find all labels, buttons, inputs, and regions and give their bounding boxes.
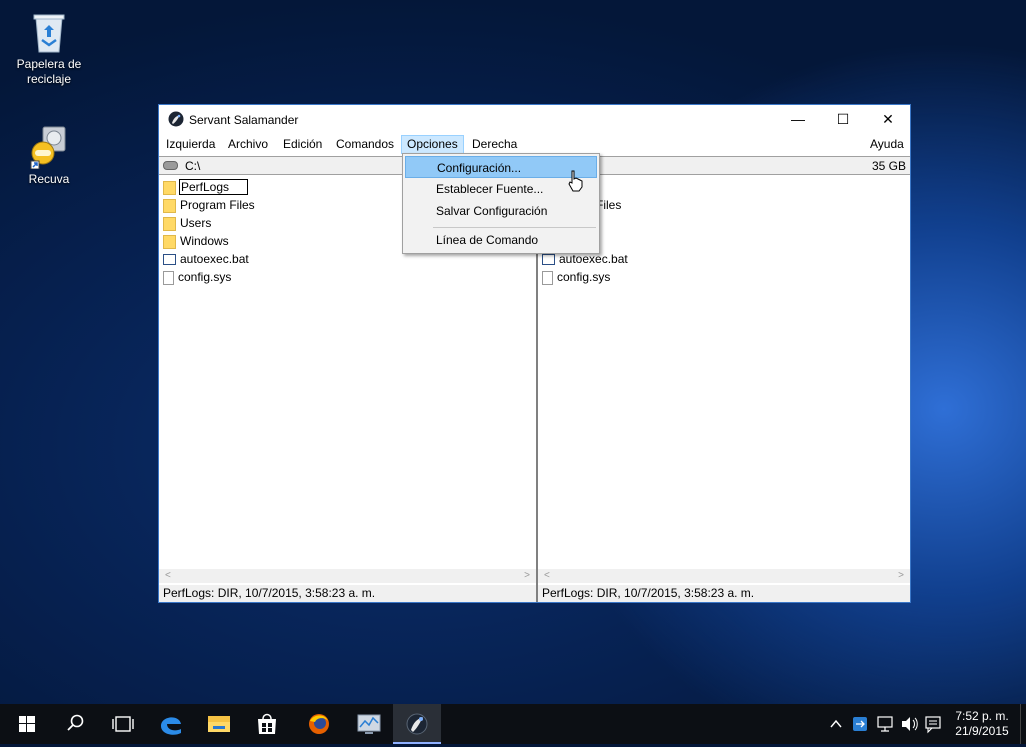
left-status-bar: PerfLogs: DIR, 10/7/2015, 3:58:23 a. m. — [159, 585, 536, 602]
network-icon[interactable] — [875, 704, 897, 744]
list-item[interactable]: Windows — [163, 233, 229, 250]
volume-icon[interactable] — [899, 704, 919, 744]
menu-izquierda[interactable]: Izquierda — [161, 136, 220, 153]
close-button[interactable]: ✕ — [865, 105, 911, 134]
edge-button[interactable] — [147, 704, 195, 744]
windows-start-icon — [19, 716, 35, 732]
menu-ayuda[interactable]: Ayuda — [865, 136, 909, 153]
folder-icon — [163, 234, 176, 249]
scroll-right-arrow-icon[interactable]: > — [524, 569, 530, 583]
firefox-button[interactable] — [295, 704, 343, 744]
salamander-taskbar-button[interactable] — [393, 704, 441, 744]
menu-bar: Izquierda Archivo Edición Comandos Opcio… — [159, 134, 910, 154]
firefox-icon — [309, 714, 329, 734]
list-item[interactable]: Program Files — [163, 197, 255, 214]
scroll-right-arrow-icon[interactable]: > — [898, 569, 904, 583]
salamander-app-icon — [168, 111, 184, 127]
left-path: C:\ — [185, 159, 201, 173]
clock-date: 21/9/2015 — [955, 724, 1009, 738]
file-explorer-button[interactable] — [195, 704, 243, 744]
desktop-icon-recuva[interactable]: Recuva — [9, 125, 89, 187]
drive-icon[interactable] — [163, 161, 178, 170]
store-icon — [258, 713, 276, 734]
monitor-app-button[interactable] — [345, 704, 393, 744]
opciones-dropdown-menu: Configuración... Establecer Fuente... Sa… — [402, 153, 600, 254]
search-button[interactable] — [51, 704, 99, 744]
right-horizontal-scrollbar[interactable]: < > — [538, 569, 910, 583]
file-explorer-icon — [208, 716, 230, 732]
right-status-bar: PerfLogs: DIR, 10/7/2015, 3:58:23 a. m. — [538, 585, 910, 602]
show-desktop-button[interactable] — [1020, 704, 1026, 744]
menu-item-salvar-configuracion[interactable]: Salvar Configuración — [405, 200, 597, 222]
list-item[interactable]: PerfLogs — [163, 179, 249, 196]
clock-time: 7:52 p. m. — [955, 709, 1009, 723]
monitor-app-icon — [357, 714, 381, 734]
title-bar[interactable]: Servant Salamander — ☐ ✕ — [159, 105, 910, 134]
show-hidden-icons-icon[interactable] — [826, 704, 846, 744]
edge-icon — [161, 717, 181, 735]
search-icon — [67, 714, 84, 731]
task-view-button[interactable] — [99, 704, 147, 744]
window-title: Servant Salamander — [189, 113, 299, 127]
system-file-icon — [163, 270, 174, 285]
menu-opciones[interactable]: Opciones — [401, 135, 464, 154]
store-button[interactable] — [243, 704, 291, 744]
list-item[interactable]: Users — [163, 215, 211, 232]
taskbar-clock[interactable]: 7:52 p. m. 21/9/2015 — [952, 709, 1012, 739]
menu-comandos[interactable]: Comandos — [331, 136, 399, 153]
menu-item-linea-de-comando[interactable]: Línea de Comando — [405, 229, 597, 251]
hand-cursor-icon — [568, 170, 583, 192]
task-view-icon — [112, 716, 134, 732]
desktop-icon-label: Papelera de reciclaje — [16, 57, 82, 86]
taskbar: 7:52 p. m. 21/9/2015 — [0, 704, 1026, 744]
menu-derecha[interactable]: Derecha — [467, 136, 522, 153]
right-free-space: 35 GB — [871, 159, 906, 173]
list-item[interactable]: autoexec.bat — [163, 251, 249, 268]
desktop-icon-label: Recuva — [28, 172, 70, 186]
folder-icon — [163, 180, 176, 195]
teamviewer-tray-icon[interactable] — [851, 704, 869, 744]
list-item[interactable]: config.sys — [163, 269, 231, 286]
start-button[interactable] — [3, 704, 51, 744]
desktop-icon-recycle-bin[interactable]: Papelera de reciclaje — [9, 10, 89, 87]
maximize-button[interactable]: ☐ — [820, 105, 866, 134]
system-file-icon — [542, 270, 553, 285]
recycle-bin-icon — [29, 10, 69, 54]
batch-file-icon — [542, 254, 555, 266]
menu-separator — [433, 227, 596, 228]
folder-icon — [163, 216, 176, 231]
menu-edicion[interactable]: Edición — [278, 136, 327, 153]
menu-archivo[interactable]: Archivo — [223, 136, 273, 153]
notifications-icon[interactable] — [923, 704, 943, 744]
minimize-button[interactable]: — — [775, 105, 821, 134]
list-item[interactable]: config.sys — [542, 269, 610, 286]
scroll-left-arrow-icon[interactable]: < — [544, 569, 550, 583]
left-horizontal-scrollbar[interactable]: < > — [159, 569, 536, 583]
recuva-icon — [29, 125, 69, 170]
batch-file-icon — [163, 254, 176, 266]
folder-icon — [163, 198, 176, 213]
salamander-icon — [406, 713, 428, 735]
scroll-left-arrow-icon[interactable]: < — [165, 569, 171, 583]
